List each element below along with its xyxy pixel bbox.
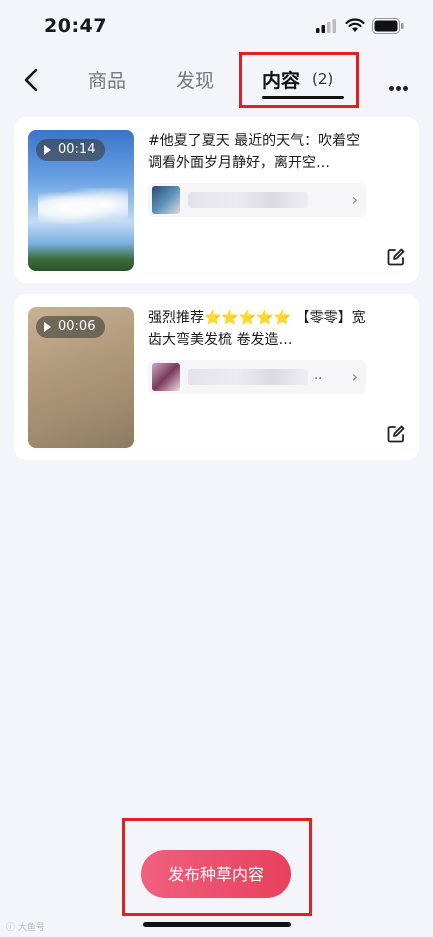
duration-text: 00:06: [58, 319, 96, 334]
content-card[interactable]: 00:14 #他夏了夏天 最近的天气：吹着空调看外面岁月静好，离开空… ›: [14, 117, 419, 283]
content-description: #他夏了夏天 最近的天气：吹着空调看外面岁月静好，离开空…: [148, 133, 361, 171]
play-icon: [44, 321, 51, 332]
edit-icon[interactable]: [387, 425, 405, 443]
status-bar: 20:47: [0, 0, 433, 56]
wifi-icon: [345, 18, 365, 32]
content-description: 强烈推荐⭐⭐⭐⭐⭐ 【零零】宽齿大弯美发梳 卷发造…: [148, 310, 366, 348]
watermark: ⓘ 大鱼号: [6, 923, 45, 933]
video-duration-badge: 00:14: [36, 139, 106, 161]
home-indicator[interactable]: [143, 922, 291, 927]
product-thumbnail: [152, 186, 180, 214]
video-thumbnail[interactable]: 00:14: [28, 130, 134, 271]
video-duration-badge: 00:06: [36, 316, 106, 338]
back-arrow-icon[interactable]: [18, 66, 46, 94]
tab-discover[interactable]: 发现: [176, 66, 214, 93]
product-name: ..: [314, 368, 323, 383]
signal-icon: [316, 19, 336, 33]
linked-product[interactable]: ›: [148, 183, 366, 217]
highlight-box-tab: [239, 52, 359, 108]
battery-icon: [372, 18, 404, 34]
chevron-right-icon: ›: [351, 190, 358, 209]
chevron-right-icon: ›: [351, 367, 358, 386]
product-name-blurred: [188, 369, 308, 385]
play-icon: [44, 144, 51, 155]
product-name-blurred: [188, 192, 308, 208]
video-thumbnail[interactable]: 00:06: [28, 307, 134, 448]
product-thumbnail: [152, 363, 180, 391]
linked-product[interactable]: .. ›: [148, 360, 366, 394]
more-icon[interactable]: [389, 76, 410, 95]
top-nav: 商品 发现 内容 (2): [0, 56, 433, 106]
content-card[interactable]: 00:06 强烈推荐⭐⭐⭐⭐⭐ 【零零】宽齿大弯美发梳 卷发造… .. ›: [14, 294, 419, 460]
edit-icon[interactable]: [387, 248, 405, 266]
tab-goods[interactable]: 商品: [88, 66, 126, 93]
status-time: 20:47: [44, 15, 107, 37]
publish-content-button[interactable]: 发布种草内容: [141, 850, 291, 898]
duration-text: 00:14: [58, 142, 96, 157]
